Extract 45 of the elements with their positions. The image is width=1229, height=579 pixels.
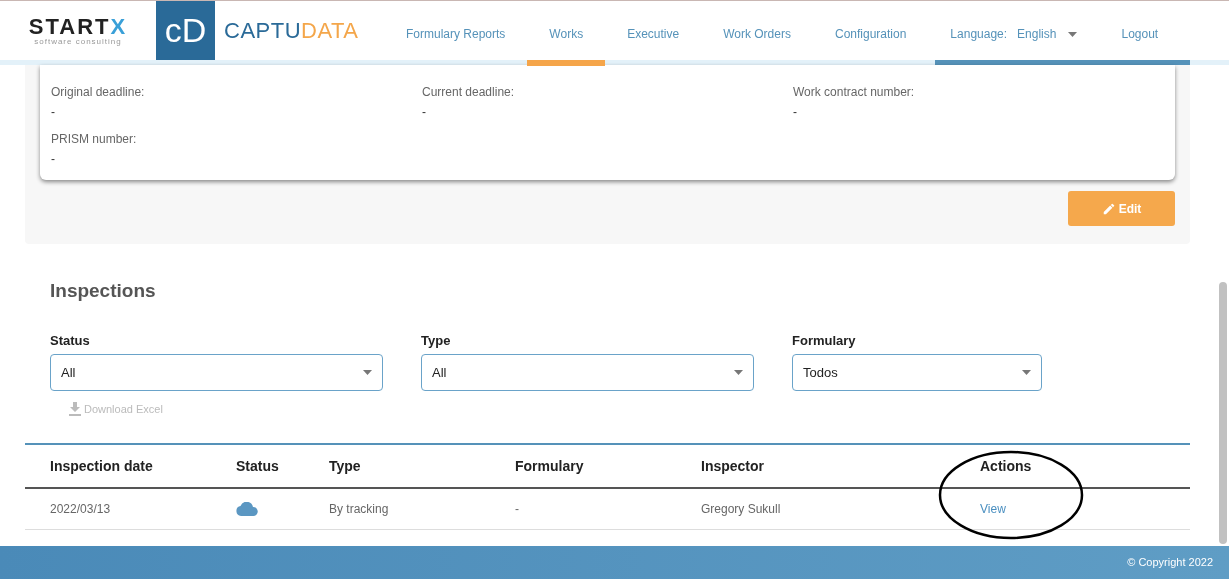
column-header: Inspection date (50, 457, 153, 474)
view-link[interactable]: View (980, 501, 1006, 516)
column-header: Status (236, 457, 279, 474)
field-value: - (51, 151, 55, 168)
table-cell: 2022/03/13 (50, 501, 111, 516)
field-value: - (51, 104, 55, 121)
nav-link[interactable]: Executive (605, 1, 702, 66)
field-label: Original deadline: (51, 84, 145, 101)
startx-logo: STARTX software consulting (27, 15, 129, 46)
field-value: - (422, 104, 426, 121)
table-cell: Gregory Sukull (701, 501, 781, 516)
filter-label: Formulary (792, 331, 856, 350)
nav-link[interactable]: Formulary Reports (384, 1, 528, 66)
logout-link[interactable]: Logout (1121, 25, 1159, 43)
caret-icon (1022, 370, 1031, 375)
brand-name: CAPTUDATA (224, 17, 360, 45)
language-dropdown[interactable]: English (1017, 25, 1078, 43)
field-value: - (793, 104, 797, 121)
caret-icon (363, 370, 372, 375)
cloud-icon (236, 501, 258, 516)
nav-link[interactable]: Work Orders (701, 1, 813, 66)
logo-mark: cD (156, 1, 215, 60)
filter-label: Type (421, 331, 451, 350)
language-label: Language: (950, 26, 1008, 43)
table-cell: - (515, 501, 519, 516)
edit-button[interactable]: Edit (1068, 191, 1175, 226)
download-icon (69, 402, 81, 417)
column-header: Formulary (515, 457, 584, 474)
copyright-text: © Copyright 2022 (1127, 555, 1213, 571)
table-cell: By tracking (329, 501, 389, 516)
section-title: Inspections (50, 279, 156, 303)
column-header: Inspector (701, 457, 764, 474)
field-label: Work contract number: (793, 84, 915, 101)
nav-link[interactable]: Configuration (812, 1, 929, 66)
column-header: Actions (980, 457, 1032, 474)
filter-select[interactable]: Todos (792, 354, 1042, 391)
field-label: Current deadline: (422, 84, 515, 101)
filter-select[interactable]: All (421, 354, 754, 391)
field-label: PRISM number: (51, 131, 137, 148)
column-header: Type (329, 457, 361, 474)
caret-icon (734, 370, 743, 375)
caret-icon (1068, 31, 1078, 37)
pencil-icon (1101, 201, 1116, 216)
filter-label: Status (50, 331, 90, 350)
filter-select[interactable]: All (50, 354, 383, 391)
